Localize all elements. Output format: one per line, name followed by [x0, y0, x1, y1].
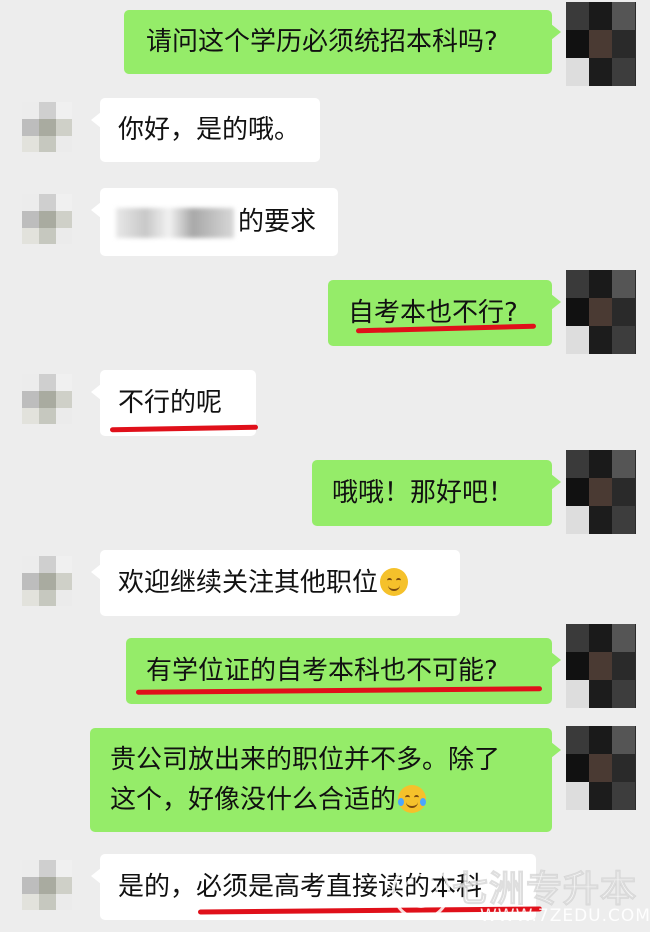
bubble-tail: [91, 564, 101, 580]
bubble-tail: [91, 868, 101, 884]
bubble-tail: [551, 24, 561, 40]
bubble-tail: [91, 384, 101, 400]
bubble-tail: [551, 652, 561, 668]
contact-avatar[interactable]: [22, 374, 72, 424]
message-text: 欢迎继续关注其他职位: [118, 568, 379, 598]
message-bubble-incoming[interactable]: 欢迎继续关注其他职位: [91, 550, 460, 616]
contact-avatar[interactable]: [22, 194, 72, 244]
bubble-tail: [91, 202, 101, 218]
message-bubble-incoming[interactable]: 的要求: [91, 188, 338, 256]
bubble-tail: [91, 112, 101, 128]
smile-emoji-icon: [380, 568, 409, 596]
bubble-tail: [551, 742, 561, 758]
my-avatar[interactable]: [566, 270, 636, 354]
watermark-title: 七洲专升本: [451, 869, 638, 911]
bubble-tail: [551, 474, 561, 490]
message-text: 不行的呢: [118, 388, 223, 418]
contact-avatar[interactable]: [22, 102, 72, 152]
watermark-logo: 七洲专升本 WWW.7ZEDU.COM: [392, 856, 650, 932]
obscured-text: [116, 207, 234, 238]
laugh-cry-emoji-icon: [398, 785, 427, 813]
message-text: 请问这个学历必须统招本科吗?: [146, 27, 498, 57]
message-text-line: 贵公司放出来的职位并不多。除了: [110, 745, 501, 775]
message-bubble-outgoing[interactable]: 哦哦！那好吧！: [312, 460, 561, 526]
message-bubble-outgoing[interactable]: 请问这个学历必须统招本科吗?: [124, 10, 561, 74]
message-text: 的要求: [238, 207, 317, 237]
my-avatar[interactable]: [566, 450, 636, 534]
message-text: 有学位证的自考本科也不可能?: [146, 656, 498, 686]
contact-avatar[interactable]: [22, 556, 72, 606]
my-avatar[interactable]: [566, 624, 636, 708]
message-text: 哦哦！那好吧！: [332, 478, 515, 508]
my-avatar[interactable]: [566, 2, 636, 86]
bubble-tail: [551, 294, 561, 310]
message-bubble-outgoing[interactable]: 贵公司放出来的职位并不多。除了 这个，好像没什么合适的: [90, 728, 561, 832]
message-text: 自考本也不行?: [348, 298, 518, 328]
message-text: 你好，是的哦。: [118, 115, 301, 145]
my-avatar[interactable]: [566, 726, 636, 810]
message-bubble-outgoing[interactable]: 自考本也不行?: [328, 280, 561, 346]
contact-avatar[interactable]: [22, 860, 72, 910]
message-text-line: 这个，好像没什么合适的: [110, 785, 397, 815]
message-bubble-incoming[interactable]: 你好，是的哦。: [91, 98, 320, 162]
seal-icon: [392, 862, 450, 920]
watermark-url: WWW.7ZEDU.COM: [480, 906, 650, 926]
